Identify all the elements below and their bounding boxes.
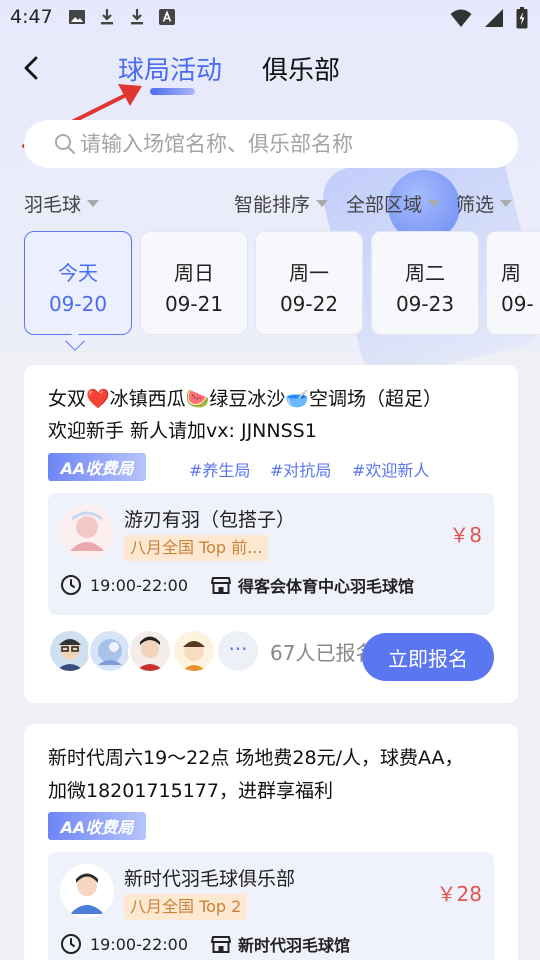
time-venue-row: 19:00-22:00 新时代羽毛球馆 bbox=[60, 932, 350, 956]
date-day: 周二 bbox=[405, 261, 445, 285]
date-value: 09-21 bbox=[164, 292, 224, 316]
download-icon bbox=[131, 9, 143, 25]
filter-screen[interactable]: 筛选 bbox=[456, 190, 513, 217]
date-item[interactable]: 周日 09-21 bbox=[140, 231, 248, 335]
more-participants-button[interactable]: ··· bbox=[216, 629, 260, 673]
venue-icon bbox=[211, 936, 231, 953]
club-info-box[interactable]: 新时代羽毛球俱乐部 八月全国 Top 2 ￥28 19:00-22:00 新时代… bbox=[48, 852, 494, 960]
participant-avatar bbox=[172, 629, 216, 673]
fee-type-badge: AA收费局 bbox=[48, 453, 146, 481]
participant-avatar bbox=[88, 629, 132, 673]
caret-down-icon bbox=[500, 200, 513, 207]
status-bar: 4:47 bbox=[0, 0, 540, 36]
back-arrow-icon[interactable] bbox=[20, 52, 44, 84]
search-icon bbox=[55, 134, 75, 154]
club-rank-badge: 八月全国 Top 前... bbox=[124, 535, 269, 561]
activity-venue: 得客会体育中心羽毛球馆 bbox=[238, 577, 415, 596]
status-left-icons bbox=[68, 8, 176, 26]
caret-down-icon bbox=[87, 200, 100, 207]
activity-venue: 新时代羽毛球馆 bbox=[238, 936, 351, 955]
fee-type-badge: AA收费局 bbox=[48, 812, 146, 840]
signal-icon bbox=[485, 9, 503, 27]
activity-title-line1: 女双❤️冰镇西瓜🍉绿豆冰沙🥣空调场（超足） bbox=[48, 388, 442, 410]
participant-avatar bbox=[48, 629, 92, 673]
participant-avatar bbox=[128, 629, 172, 673]
activity-price: ￥8 bbox=[449, 523, 482, 547]
wifi-icon bbox=[450, 9, 472, 27]
status-time: 4:47 bbox=[10, 6, 53, 28]
date-value: 09- bbox=[501, 292, 534, 316]
club-avatar bbox=[60, 864, 114, 918]
image-icon bbox=[69, 10, 85, 24]
tab-active-indicator bbox=[150, 88, 195, 95]
date-value: 09-20 bbox=[48, 292, 108, 316]
date-item[interactable]: 周二 09-23 bbox=[371, 231, 479, 335]
download-icon bbox=[101, 9, 113, 25]
club-rank-badge: 八月全国 Top 2 bbox=[124, 894, 248, 920]
filter-region-label: 全部区域 bbox=[346, 194, 423, 216]
tab-clubs[interactable]: 俱乐部 bbox=[262, 50, 340, 87]
filter-sort-label: 智能排序 bbox=[234, 194, 311, 216]
activity-tag: #对抗局 bbox=[270, 461, 332, 480]
page: 4:47 球局活动 俱乐部 羽毛球 智能排序 全部区域 筛选 今天 09-2 bbox=[0, 0, 540, 960]
participant-avatars[interactable]: ··· 67人已报名 bbox=[48, 629, 378, 675]
date-item[interactable]: 周一 09-22 bbox=[255, 231, 363, 335]
search-bar[interactable] bbox=[24, 120, 518, 168]
filter-sport[interactable]: 羽毛球 bbox=[24, 190, 100, 217]
battery-icon bbox=[516, 7, 528, 29]
activity-tag: #养生局 bbox=[189, 461, 251, 480]
activity-card[interactable]: 新时代周六19～22点 场地费28元/人，球费AA， 加微18201715177… bbox=[24, 724, 518, 960]
caret-down-icon bbox=[316, 200, 329, 207]
time-venue-row: 19:00-22:00 得客会体育中心羽毛球馆 bbox=[60, 573, 414, 597]
club-name: 游刃有羽（包搭子） bbox=[124, 509, 296, 531]
search-input[interactable] bbox=[80, 132, 500, 156]
status-right-icons bbox=[450, 7, 528, 29]
club-avatar bbox=[60, 505, 114, 559]
club-name: 新时代羽毛球俱乐部 bbox=[124, 868, 296, 890]
date-day: 周一 bbox=[289, 261, 329, 285]
date-item-today[interactable]: 今天 09-20 bbox=[24, 231, 132, 335]
activity-title-line2: 欢迎新手 新人请加vx: JJNNSS1 bbox=[48, 420, 317, 442]
activity-time: 19:00-22:00 bbox=[90, 934, 188, 954]
activity-price: ￥28 bbox=[436, 882, 482, 906]
date-day: 周日 bbox=[174, 261, 214, 285]
clock-icon bbox=[61, 575, 81, 595]
date-day: 今天 bbox=[58, 261, 98, 285]
caret-down-icon bbox=[428, 200, 441, 207]
club-info-box[interactable]: 游刃有羽（包搭子） 八月全国 Top 前... ￥8 19:00-22:00 得… bbox=[48, 493, 494, 615]
date-item[interactable]: 周 09- bbox=[486, 231, 540, 335]
signup-button[interactable]: 立即报名 bbox=[362, 633, 494, 681]
filter-sort[interactable]: 智能排序 bbox=[234, 190, 329, 217]
text-icon bbox=[159, 9, 175, 25]
date-value: 09-23 bbox=[395, 292, 455, 316]
filter-screen-label: 筛选 bbox=[456, 194, 495, 216]
date-selector: 今天 09-20 周日 09-21 周一 09-22 周二 09-23 周 09… bbox=[24, 231, 540, 341]
date-value: 09-22 bbox=[279, 292, 339, 316]
activity-card[interactable]: 女双❤️冰镇西瓜🍉绿豆冰沙🥣空调场（超足） 欢迎新手 新人请加vx: JJNNS… bbox=[24, 365, 518, 703]
filter-region[interactable]: 全部区域 bbox=[346, 190, 441, 217]
tab-activities[interactable]: 球局活动 bbox=[118, 50, 222, 87]
filter-sport-label: 羽毛球 bbox=[24, 194, 82, 216]
activity-tag: #欢迎新人 bbox=[352, 461, 430, 480]
venue-icon bbox=[211, 577, 231, 594]
date-day: 周 bbox=[501, 261, 521, 285]
activity-time: 19:00-22:00 bbox=[90, 575, 188, 595]
activity-title-line1: 新时代周六19～22点 场地费28元/人，球费AA， bbox=[48, 747, 464, 769]
enrolled-count: 67人已报名 bbox=[270, 641, 376, 665]
activity-title-line2: 加微18201715177，进群享福利 bbox=[48, 780, 333, 802]
clock-icon bbox=[61, 934, 81, 954]
